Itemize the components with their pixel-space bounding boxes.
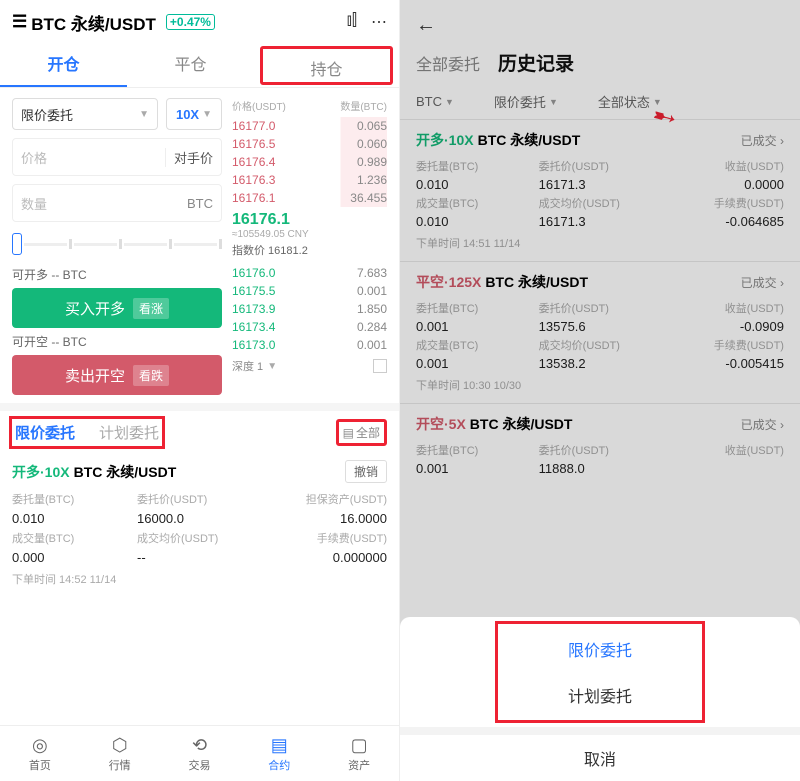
chevron-down-icon: ▼ (267, 361, 277, 372)
ask-row[interactable]: 16176.40.989 (232, 153, 387, 171)
ask-row[interactable]: 16177.00.065 (232, 117, 387, 135)
avail-short: 可开空 -- BTC (12, 333, 222, 350)
price-input[interactable]: 价格 对手价 (12, 138, 222, 176)
open-order-card: 开多·10X BTC 永续/USDT 撤销 委托量(BTC) 委托价(USDT)… (0, 454, 399, 599)
sheet-opt-plan[interactable]: 计划委托 (502, 672, 698, 718)
leverage-select[interactable]: 10X ▼ (166, 98, 222, 130)
tab-open[interactable]: 开仓 (0, 44, 127, 87)
sheet-cancel[interactable]: 取消 (400, 735, 800, 781)
orders-tab-plan[interactable]: 计划委托 (96, 419, 162, 446)
depth-select[interactable]: 深度 1 ▼ (232, 358, 387, 374)
flame-icon: ◎ (32, 735, 48, 756)
chevron-down-icon: ▼ (202, 109, 212, 120)
nav-market[interactable]: ⬡行情 (80, 726, 160, 781)
avail-long: 可开多 -- BTC (12, 266, 222, 283)
amount-slider[interactable] (12, 232, 222, 256)
nav-home[interactable]: ◎首页 (0, 726, 80, 781)
sheet-opt-limit[interactable]: 限价委托 (502, 626, 698, 672)
qty-input[interactable]: 数量 BTC (12, 184, 222, 222)
all-orders-button[interactable]: ▤ 全部 (336, 419, 387, 446)
book-view-icon (373, 359, 387, 373)
counterparty-btn[interactable]: 对手价 (165, 148, 213, 167)
wallet-icon: ▢ (351, 735, 368, 756)
pair-title[interactable]: ☰ BTC 永续/USDT +0.47% (12, 10, 215, 35)
menu-icon: ☰ (12, 12, 27, 32)
ask-row[interactable]: 16176.50.060 (232, 135, 387, 153)
nav-contract[interactable]: ▤合约 (239, 726, 319, 781)
orderbook: 价格(USDT)数量(BTC) 16177.00.06516176.50.060… (232, 98, 387, 395)
bid-row[interactable]: 16176.07.683 (232, 264, 387, 282)
nav-assets[interactable]: ▢资产 (319, 726, 399, 781)
list-icon: ▤ (343, 426, 354, 440)
bid-row[interactable]: 16173.91.850 (232, 300, 387, 318)
tab-position[interactable]: 持仓 (260, 46, 393, 85)
sell-button[interactable]: 卖出开空 看跌 (12, 355, 222, 395)
orders-tab-limit[interactable]: 限价委托 (12, 419, 78, 446)
order-type-select[interactable]: 限价委托 ▼ (12, 98, 158, 130)
chart-icon[interactable]: ⫾⫿ (347, 12, 357, 32)
chevron-down-icon: ▼ (139, 109, 149, 120)
ask-row[interactable]: 16176.136.455 (232, 189, 387, 207)
contract-icon: ▤ (271, 735, 288, 756)
change-badge: +0.47% (166, 14, 215, 30)
trade-icon: ⟲ (192, 735, 207, 756)
buy-button[interactable]: 买入开多 看涨 (12, 288, 222, 328)
tab-close[interactable]: 平仓 (127, 44, 254, 87)
bid-row[interactable]: 16175.50.001 (232, 282, 387, 300)
market-icon: ⬡ (112, 735, 128, 756)
ask-row[interactable]: 16176.31.236 (232, 171, 387, 189)
action-sheet: 限价委托 计划委托 取消 (400, 617, 800, 781)
nav-trade[interactable]: ⟲交易 (160, 726, 240, 781)
bid-row[interactable]: 16173.40.284 (232, 318, 387, 336)
index-price: 指数价 16181.2 (232, 242, 387, 258)
last-price: 16176.1 (232, 211, 387, 229)
bottom-nav: ◎首页 ⬡行情 ⟲交易 ▤合约 ▢资产 (0, 725, 399, 781)
cancel-order-button[interactable]: 撤销 (345, 460, 387, 483)
more-icon[interactable]: ⋯ (371, 12, 387, 32)
bid-row[interactable]: 16173.00.001 (232, 336, 387, 354)
